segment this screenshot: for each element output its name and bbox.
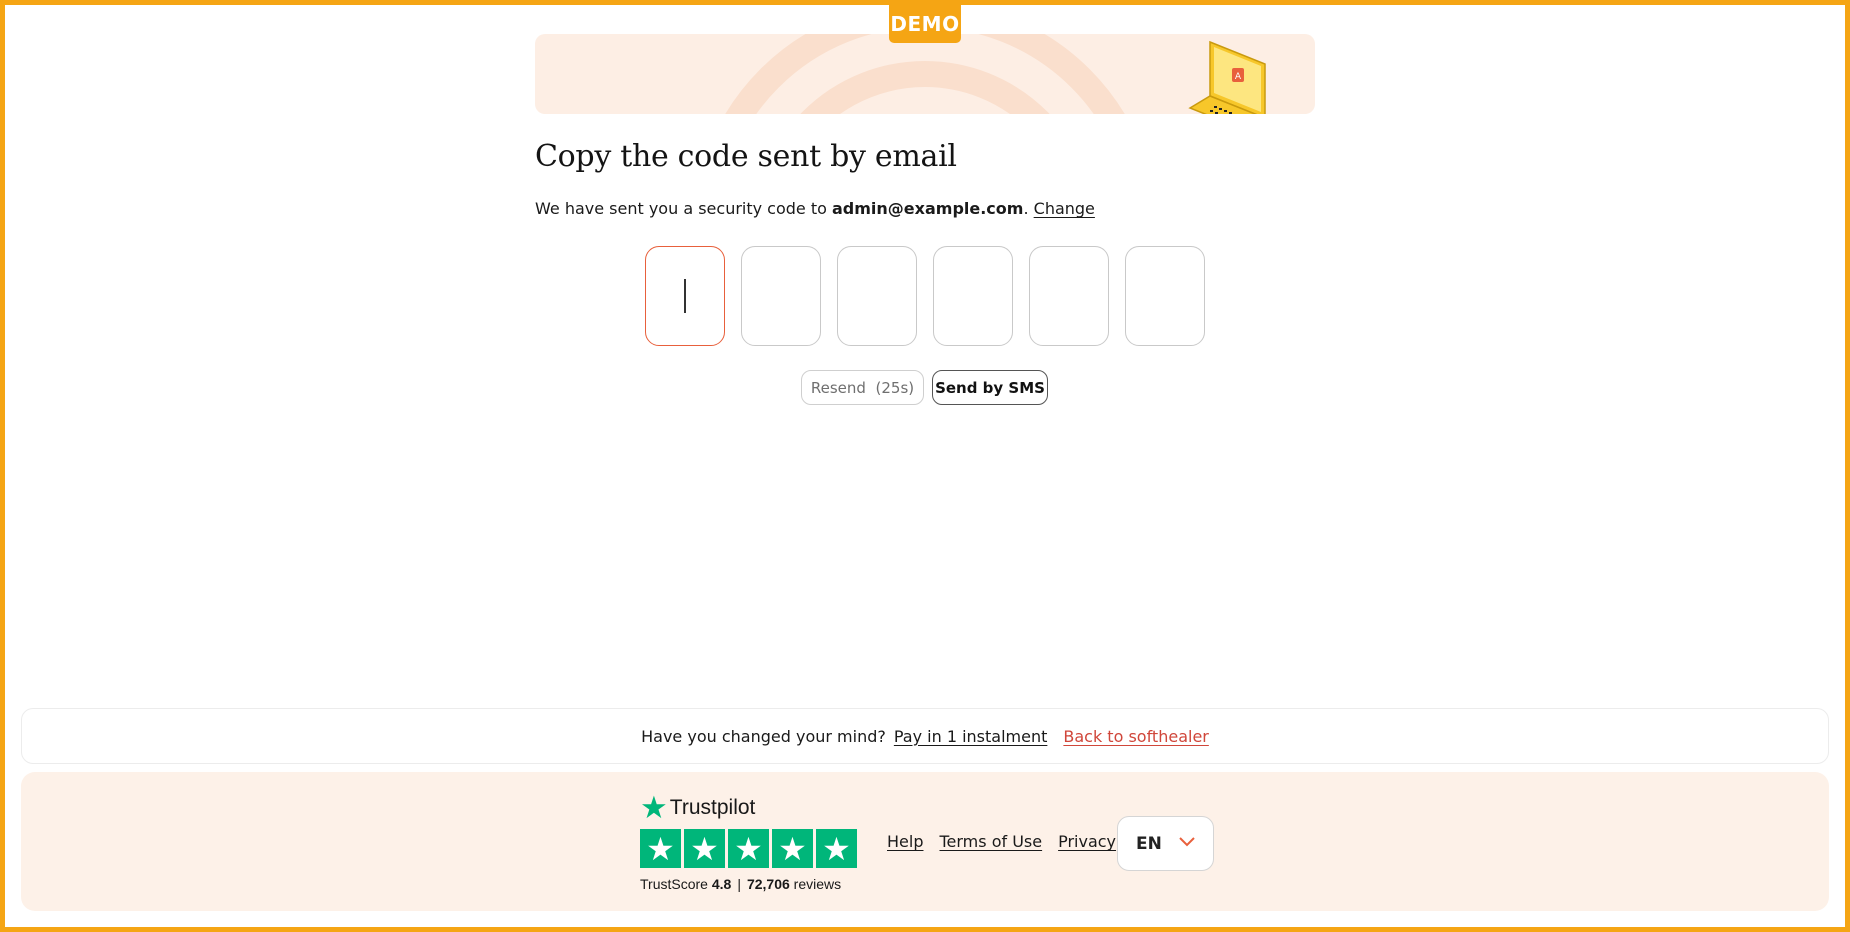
language-select[interactable]: EN [1117, 816, 1214, 871]
code-inputs [645, 246, 1205, 346]
star-icon: ★ [640, 829, 681, 868]
language-value: EN [1136, 833, 1162, 854]
email-notice-text: We have sent you a security code to [535, 199, 832, 218]
help-link[interactable]: Help [887, 832, 923, 851]
change-mind-bar: Have you changed your mind? Pay in 1 ins… [21, 708, 1829, 764]
privacy-link[interactable]: Privacy [1058, 832, 1116, 851]
change-email-link[interactable]: Change [1034, 199, 1095, 218]
trustpilot-widget[interactable]: ★ Trustpilot ★ ★ ★ ★ ★ TrustScore 4.8 | 72… [640, 792, 857, 892]
code-digit-4[interactable] [933, 246, 1013, 346]
demo-badge: DEMO [889, 5, 961, 43]
laptop-lock-icon: A [1188, 40, 1266, 114]
star-icon: ★ [684, 829, 725, 868]
back-to-merchant-link[interactable]: Back to softhealer [1063, 727, 1208, 746]
svg-text:A: A [1235, 72, 1242, 82]
banner-illustration: A [725, 34, 1266, 114]
trustpilot-rating-stars: ★ ★ ★ ★ ★ [640, 829, 857, 868]
trustpilot-logo: ★ Trustpilot [640, 792, 857, 823]
code-actions: Resend (25s) Send by SMS [801, 370, 1048, 405]
trustscore-line: TrustScore 4.8 | 72,706 reviews [640, 876, 857, 892]
code-digit-2[interactable] [741, 246, 821, 346]
text-caret [684, 279, 686, 313]
chevron-down-icon [1179, 837, 1195, 847]
code-digit-5[interactable] [1029, 246, 1109, 346]
star-icon: ★ [640, 790, 668, 825]
trustscore-value: 4.8 [711, 876, 732, 892]
email-address: admin@example.com [832, 199, 1024, 218]
resend-button[interactable]: Resend (25s) [801, 370, 924, 405]
code-digit-6[interactable] [1125, 246, 1205, 346]
trustscore-separator: | [737, 876, 741, 892]
resend-timer: (25s) [875, 378, 915, 397]
footer-links: Help Terms of Use Privacy [887, 832, 1116, 851]
reviews-label: reviews [793, 876, 842, 892]
header-banner: A [535, 34, 1315, 114]
pay-in-1-link[interactable]: Pay in 1 instalment [894, 727, 1048, 746]
resend-label: Resend [810, 378, 866, 397]
trustpilot-brand: Trustpilot [669, 795, 756, 819]
footer: ★ Trustpilot ★ ★ ★ ★ ★ TrustScore 4.8 | 72… [21, 772, 1829, 911]
email-notice: We have sent you a security code to admi… [535, 199, 1095, 218]
reviews-count: 72,706 [746, 876, 790, 892]
page-title: Copy the code sent by email [535, 139, 957, 174]
star-icon: ★ [816, 829, 857, 868]
trustscore-label: TrustScore [640, 876, 708, 892]
terms-link[interactable]: Terms of Use [939, 832, 1042, 851]
change-mind-question: Have you changed your mind? [641, 726, 886, 746]
email-notice-period: . [1023, 199, 1029, 218]
send-by-sms-button[interactable]: Send by SMS [932, 370, 1048, 405]
code-digit-3[interactable] [837, 246, 917, 346]
star-icon: ★ [728, 829, 769, 868]
star-icon: ★ [772, 829, 813, 868]
